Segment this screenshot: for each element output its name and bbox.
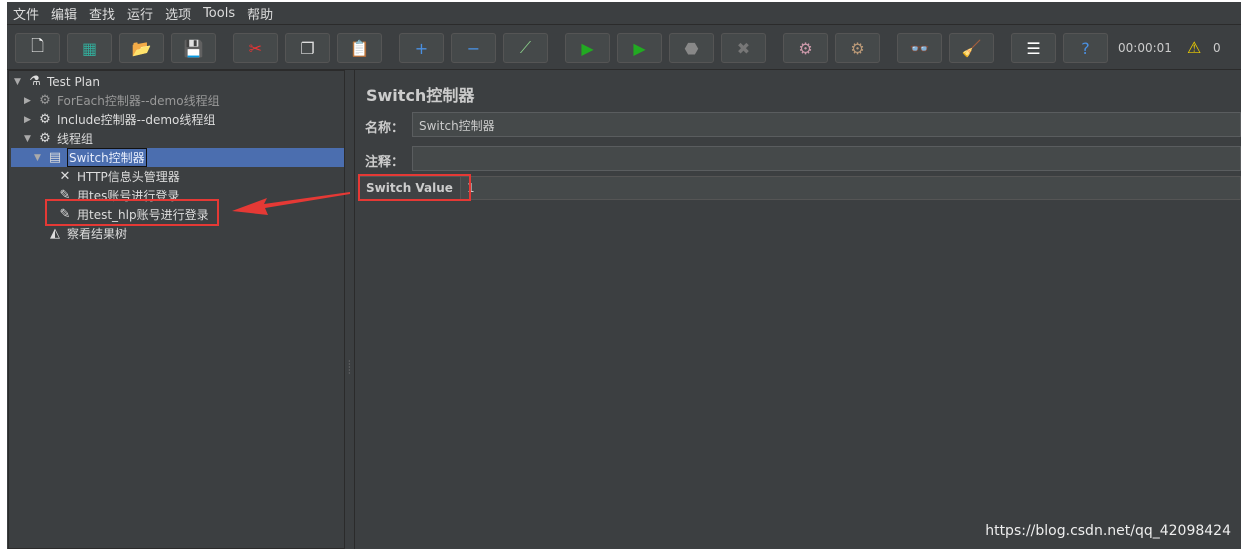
copy-icon: ❐ <box>300 38 315 58</box>
open-icon: 📂 <box>131 38 152 58</box>
save-button[interactable]: 💾 <box>171 33 216 63</box>
jmeter-window: 文件 编辑 查找 运行 选项 Tools 帮助 00:00:01 ⚠ 0 🗋 ▦ 📂 💾 ✂ ❐ 📋 + −… <box>7 2 1241 549</box>
page-title: Switch控制器 <box>366 86 475 105</box>
menu-0[interactable]: 文件 <box>13 4 39 23</box>
result-tree-icon: ◭ <box>50 226 60 241</box>
start-icon: ▶ <box>581 38 594 58</box>
paste-button[interactable]: 📋 <box>337 33 382 63</box>
templates-icon: ▦ <box>81 38 98 58</box>
tree-node-label: HTTP信息头管理器 <box>77 170 180 184</box>
menu-2[interactable]: 查找 <box>89 4 115 23</box>
divider-grip[interactable]: · · · · · <box>348 358 351 378</box>
start-no-pauses-icon: ▶ <box>633 38 646 58</box>
help-icon: ? <box>1081 38 1090 58</box>
clear-button[interactable]: ⚙ <box>783 33 828 63</box>
menu-bar: 文件 编辑 查找 运行 选项 Tools 帮助 <box>7 2 1241 25</box>
tree-node-label: 察看结果树 <box>67 227 128 241</box>
open-button[interactable]: 📂 <box>119 33 164 63</box>
collapse-icon: − <box>466 38 481 58</box>
tree-node-label: Switch控制器 <box>67 148 147 167</box>
new-icon: 🗋 <box>31 35 44 55</box>
clear-all-button[interactable]: ⚙ <box>835 33 880 63</box>
tree-node-label: Include控制器--demo线程组 <box>57 113 216 127</box>
elapsed-timer: 00:00:01 <box>1118 41 1172 55</box>
tree-node[interactable]: ▼ ▤ Switch控制器 <box>34 148 147 167</box>
expand-icon: + <box>414 38 429 58</box>
tree-node[interactable]: ✕ HTTP信息头管理器 <box>44 167 180 186</box>
expanded-icon[interactable]: ▼ <box>14 77 26 87</box>
thread-group-icon: ⚙ <box>39 93 51 108</box>
toggle-icon: ⟋ <box>519 38 532 57</box>
cut-button[interactable]: ✂ <box>233 33 278 63</box>
comment-input[interactable] <box>412 146 1241 171</box>
collapse-button[interactable]: − <box>451 33 496 63</box>
annotation-arrow <box>232 192 350 215</box>
menu-1[interactable]: 编辑 <box>51 4 77 23</box>
warning-icon[interactable]: ⚠ <box>1187 38 1201 57</box>
tree-node[interactable]: ▶ ⚙ ForEach控制器--demo线程组 <box>24 91 220 110</box>
start-no-pauses-button[interactable]: ▶ <box>617 33 662 63</box>
split-divider[interactable]: · · · · · <box>345 70 355 549</box>
highlight-box-switch-value <box>358 174 471 201</box>
tree-node-label: ForEach控制器--demo线程组 <box>57 94 220 108</box>
menu-5[interactable]: Tools <box>203 6 235 21</box>
menu-3[interactable]: 运行 <box>127 4 153 23</box>
start-button[interactable]: ▶ <box>565 33 610 63</box>
shutdown-icon: ✖ <box>736 38 751 58</box>
menu-4[interactable]: 选项 <box>165 4 191 23</box>
stop-icon: ⬣ <box>684 38 699 58</box>
collapsed-icon[interactable]: ▶ <box>24 115 36 125</box>
switch-controller-icon: ▤ <box>48 150 62 165</box>
tree-node-label: Test Plan <box>47 74 100 89</box>
tree-node[interactable]: ▼ ⚗ Test Plan <box>14 72 100 91</box>
reset-search-icon: 🧹 <box>961 38 982 58</box>
thread-group-icon: ⚙ <box>39 112 51 127</box>
tree-node-label: 线程组 <box>57 132 94 146</box>
help-button[interactable]: ? <box>1063 33 1108 63</box>
reset-search-button[interactable]: 🧹 <box>949 33 994 63</box>
name-input[interactable]: Switch控制器 <box>412 112 1241 137</box>
switch-controller-panel: Switch控制器 名称： Switch控制器 注释： Switch Value… <box>355 70 1241 549</box>
cut-icon: ✂ <box>248 38 263 58</box>
expand-button[interactable]: + <box>399 33 444 63</box>
collapsed-icon[interactable]: ▶ <box>24 96 36 106</box>
search-icon: 👓 <box>909 38 930 58</box>
clear-all-icon: ⚙ <box>850 38 865 58</box>
paste-icon: 📋 <box>349 38 370 58</box>
name-label: 名称： <box>365 121 405 136</box>
switch-value-row: Switch Value 1 <box>358 176 1241 200</box>
function-helper-button[interactable]: ☰ <box>1011 33 1056 63</box>
header-manager-icon: ✕ <box>59 169 71 184</box>
shutdown-button[interactable]: ✖ <box>721 33 766 63</box>
menu-6[interactable]: 帮助 <box>247 4 273 23</box>
save-icon: 💾 <box>183 38 204 58</box>
templates-button[interactable]: ▦ <box>67 33 112 63</box>
search-button[interactable]: 👓 <box>897 33 942 63</box>
copy-button[interactable]: ❐ <box>285 33 330 63</box>
highlight-box-tree-item <box>45 199 219 226</box>
watermark: https://blog.csdn.net/qq_42098424 <box>985 523 1231 539</box>
tree-node[interactable]: ◭ 察看结果树 <box>34 224 127 243</box>
toolbar: 00:00:01 ⚠ 0 🗋 ▦ 📂 💾 ✂ ❐ 📋 + − ⟋ ▶ ▶ ⬣ ✖ ⚙ ⚙ 👓 🧹 ☰? <box>7 26 1241 70</box>
tree-node[interactable]: ▶ ⚙ Include控制器--demo线程组 <box>24 110 215 129</box>
clear-icon: ⚙ <box>798 38 813 58</box>
stop-button[interactable]: ⬣ <box>669 33 714 63</box>
expanded-icon[interactable]: ▼ <box>24 134 36 144</box>
expanded-icon[interactable]: ▼ <box>34 153 46 163</box>
test-plan-tree[interactable]: ▼ ⚗ Test Plan ▶ ⚙ ForEach控制器--demo线程组 ▶ ⚙ Includ… <box>8 70 345 549</box>
tree-node[interactable]: ▼ ⚙ 线程组 <box>24 129 93 148</box>
toggle-button[interactable]: ⟋ <box>503 33 548 63</box>
warning-count: 0 <box>1213 41 1221 55</box>
thread-group-icon: ⚙ <box>39 131 51 146</box>
function-helper-icon: ☰ <box>1026 38 1041 58</box>
new-button[interactable]: 🗋 <box>15 33 60 63</box>
comment-label: 注释： <box>365 155 405 170</box>
test-plan-icon: ⚗ <box>29 74 41 89</box>
